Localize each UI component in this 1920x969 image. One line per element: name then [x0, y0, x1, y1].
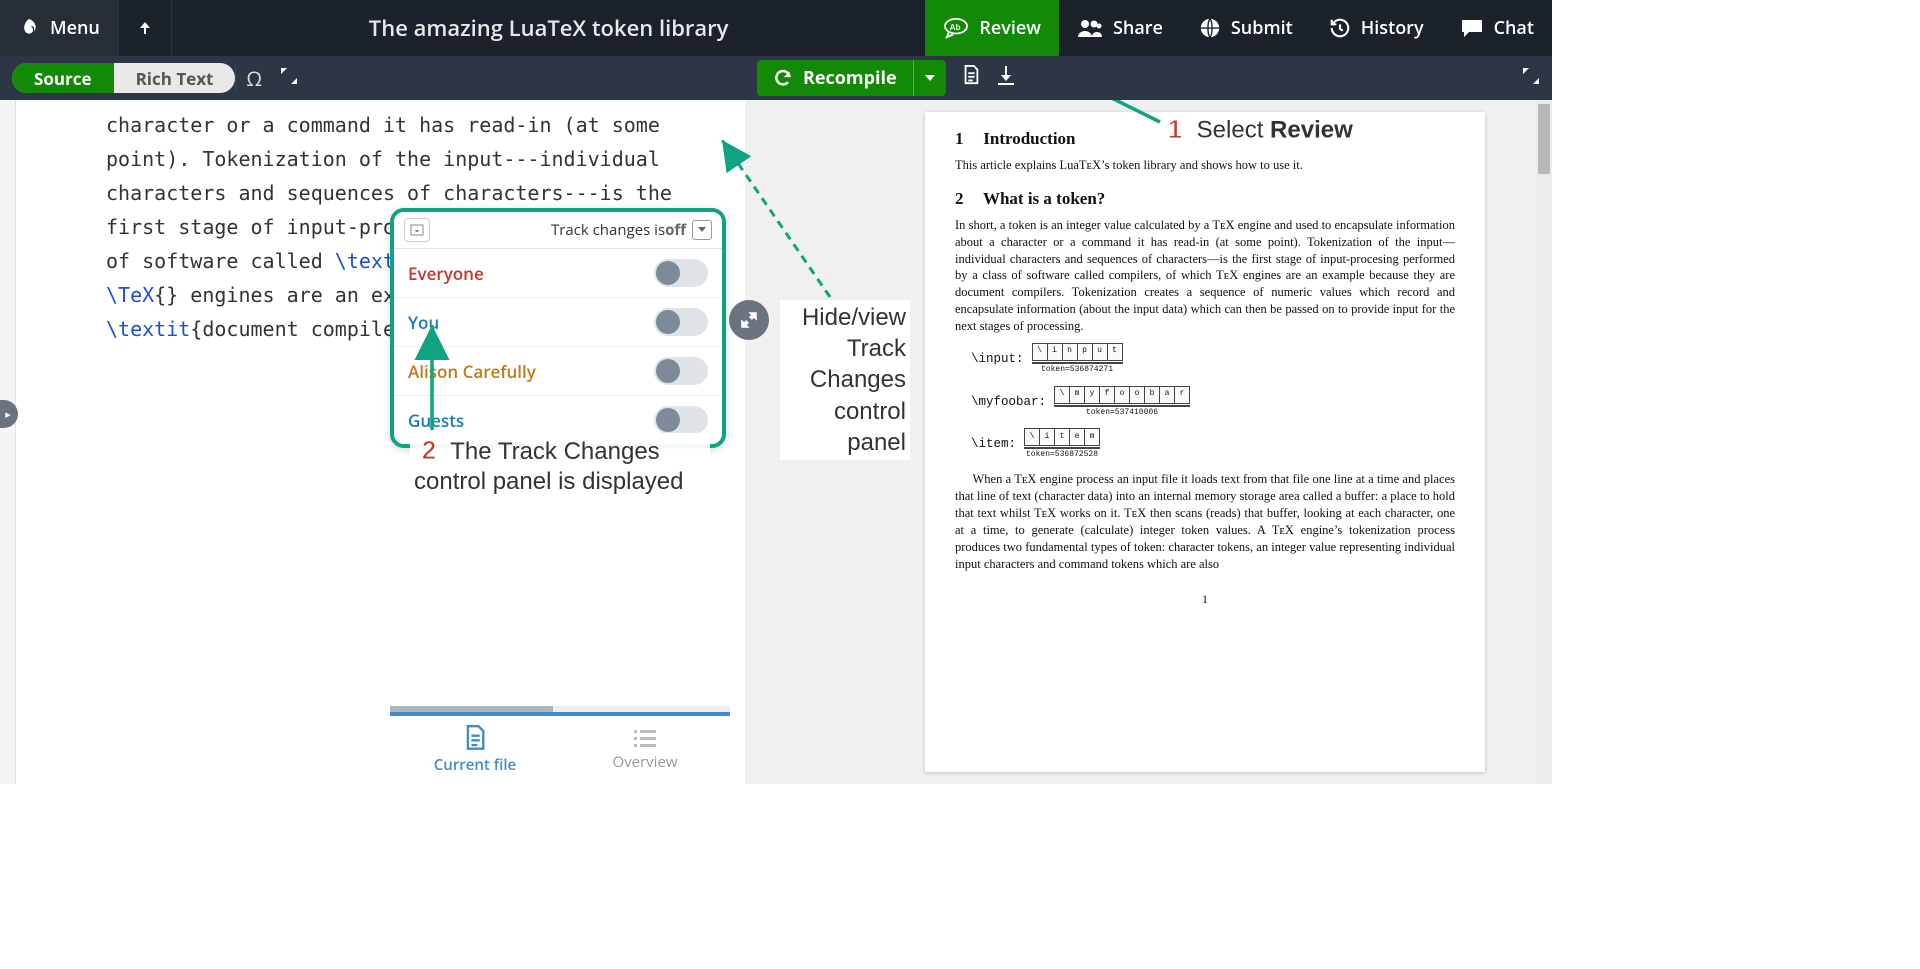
rich-text-mode-button[interactable]: Rich Text — [114, 63, 236, 93]
share-button[interactable]: Share — [1059, 0, 1181, 56]
download-icon — [996, 65, 1016, 85]
up-button[interactable] — [118, 0, 172, 56]
editor-toolbar: Source Rich Text Ω — [0, 56, 745, 100]
review-icon: Ab — [943, 17, 969, 39]
track-changes-state: off — [665, 220, 686, 240]
recompile-dropdown-button[interactable] — [913, 60, 946, 96]
submit-label: Submit — [1231, 16, 1293, 40]
code-command: \textit — [106, 317, 190, 341]
tab-current-file[interactable]: Current file — [390, 716, 560, 784]
recompile-group: Recompile — [757, 60, 946, 96]
logs-button[interactable] — [962, 65, 980, 91]
inbox-icon — [410, 224, 424, 236]
chat-icon — [1460, 17, 1484, 39]
double-arrow-icon — [734, 305, 764, 335]
source-mode-button[interactable]: Source — [12, 63, 114, 93]
track-changes-label: Track changes is — [551, 220, 665, 240]
sync-arrows-button[interactable] — [729, 300, 769, 340]
menu-label: Menu — [50, 16, 100, 40]
tc-row-you-label: You — [408, 311, 439, 334]
tab-current-file-label: Current file — [434, 755, 516, 775]
track-changes-toggle-dropdown[interactable] — [692, 220, 712, 240]
svg-text:Ab: Ab — [950, 23, 961, 32]
refresh-icon — [773, 68, 793, 88]
scrollbar-thumb[interactable] — [1538, 104, 1550, 174]
review-label: Review — [979, 16, 1041, 40]
tc-toggle-guests[interactable] — [654, 406, 708, 434]
arrow-up-icon — [137, 20, 153, 36]
review-button[interactable]: Ab Review — [925, 0, 1059, 56]
expand-icon — [280, 67, 298, 85]
annotation-1: 1 Select Review — [1160, 114, 1353, 145]
pdf-page-number: 1 — [955, 591, 1455, 607]
tab-overview-label: Overview — [612, 752, 677, 772]
preview-toolbar: Recompile — [745, 56, 1552, 100]
track-changes-panel: Track changes is off Everyone You Alison… — [390, 208, 726, 448]
code-command: \TeX — [106, 283, 154, 307]
expand-icon — [1522, 67, 1540, 85]
preview-scrollbar[interactable] — [1536, 100, 1552, 784]
pdf-page: 1 Introduction This article explains Lua… — [925, 112, 1485, 772]
tc-row-everyone-label: Everyone — [408, 262, 484, 285]
preview-expand-button[interactable] — [1522, 67, 1540, 90]
chat-label: Chat — [1494, 16, 1534, 40]
symbol-palette-button[interactable]: Ω — [235, 64, 272, 92]
history-label: History — [1361, 16, 1424, 40]
recompile-button[interactable]: Recompile — [757, 66, 913, 90]
top-toolbar: Menu The amazing LuaTeX token library Ab… — [0, 0, 1552, 56]
menu-button[interactable]: Menu — [0, 0, 118, 56]
editor-expand-button[interactable] — [272, 67, 306, 90]
tc-toggle-alison[interactable] — [654, 357, 708, 385]
annotation-3: Hide/view Track Changes control panel — [780, 300, 910, 460]
project-title[interactable]: The amazing LuaTeX token library — [172, 0, 926, 56]
editor-mode-toggle: Source Rich Text — [12, 63, 235, 93]
pdf-heading-2: 2 What is a token? — [955, 188, 1455, 211]
file-tree-gutter: ▸ — [0, 100, 16, 784]
globe-icon — [1199, 17, 1221, 39]
tc-row-guests-label: Guests — [408, 409, 464, 432]
history-button[interactable]: History — [1311, 0, 1442, 56]
pdf-paragraph: In short, a token is an integer value ca… — [955, 217, 1455, 335]
recompile-label: Recompile — [803, 66, 897, 90]
review-tabs: Current file Overview — [390, 712, 730, 784]
tc-row-alison-label: Alison Carefully — [408, 360, 536, 383]
annotation-2: 2 The Track Changes control panel is dis… — [410, 433, 710, 499]
overleaf-logo-icon — [18, 17, 40, 39]
file-icon — [962, 65, 980, 85]
tc-toggle-you[interactable] — [654, 308, 708, 336]
tc-toggle-everyone[interactable] — [654, 259, 708, 287]
list-icon — [633, 728, 657, 748]
download-button[interactable] — [996, 65, 1016, 91]
people-icon — [1077, 18, 1103, 38]
panel-splitter[interactable] — [745, 200, 753, 784]
chevron-down-icon — [697, 225, 707, 235]
submit-button[interactable]: Submit — [1181, 0, 1311, 56]
comments-inbox-button[interactable] — [404, 218, 430, 242]
tab-overview[interactable]: Overview — [560, 716, 730, 784]
chevron-down-icon — [924, 72, 936, 84]
history-icon — [1329, 17, 1351, 39]
share-label: Share — [1113, 16, 1163, 40]
file-icon — [464, 725, 486, 751]
pdf-token-diagram: \input: \inputtoken=536874271 \myfoobar:… — [971, 343, 1455, 461]
chat-button[interactable]: Chat — [1442, 0, 1552, 56]
pdf-paragraph: When a TᴇX engine process an input file … — [955, 471, 1455, 572]
pdf-paragraph: This article explains LuaTᴇX’s token lib… — [955, 157, 1455, 174]
